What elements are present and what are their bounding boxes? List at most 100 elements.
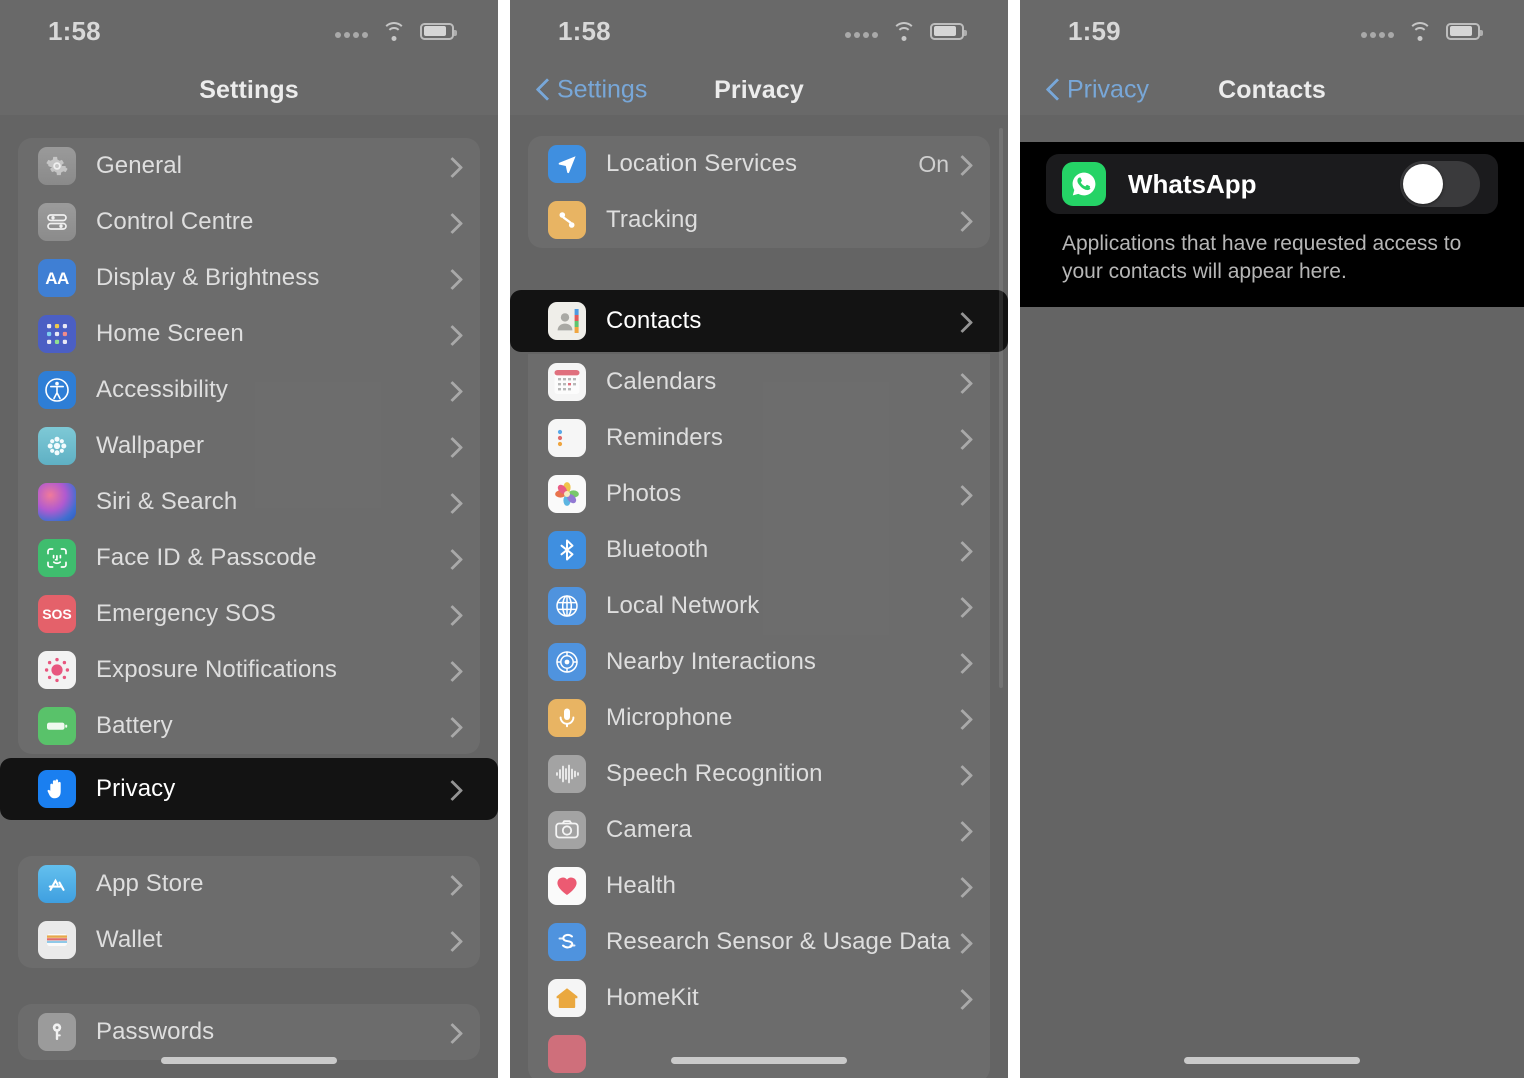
sidebar-item-speech-recognition[interactable]: Speech Recognition [528,746,990,802]
sidebar-item-emergency-sos[interactable]: SOS Emergency SOS [18,586,480,642]
display-brightness-icon: AA [38,259,76,297]
back-button-settings[interactable]: Settings [536,76,647,105]
sidebar-item-label: Passwords [96,1018,215,1045]
sidebar-item-label: Local Network [606,592,760,619]
status-bar: 1:58 [510,0,1008,62]
sidebar-item-health[interactable]: Health [528,858,990,914]
wifi-icon [1407,21,1433,41]
app-name-label: WhatsApp [1128,168,1257,199]
sidebar-item-microphone[interactable]: Microphone [528,690,990,746]
sidebar-item-siri-search[interactable]: Siri & Search [18,474,480,530]
sidebar-item-control-centre[interactable]: Control Centre [18,194,480,250]
sidebar-item-label: Microphone [606,704,733,731]
sidebar-item-passwords[interactable]: Passwords [18,1004,480,1060]
sidebar-item-label: Health [606,872,676,899]
sidebar-item-bluetooth[interactable]: Bluetooth [528,522,990,578]
chevron-right-icon [961,821,972,840]
sidebar-item-location-services[interactable]: Location Services On [528,136,990,192]
sidebar-item-wallpaper[interactable]: Wallpaper [18,418,480,474]
chevron-right-icon [961,765,972,784]
sidebar-item-home-screen[interactable]: Home Screen [18,306,480,362]
sidebar-item-camera[interactable]: Camera [528,802,990,858]
status-indicators [1361,21,1483,41]
sidebar-item-local-network[interactable]: Local Network [528,578,990,634]
chevron-right-icon [451,1023,462,1042]
home-screen-icon [38,315,76,353]
camera-icon [548,811,586,849]
sidebar-item-reminders[interactable]: Reminders [528,410,990,466]
nav-bar: Privacy Contacts [1020,62,1524,118]
sidebar-item-accessibility[interactable]: Accessibility [18,362,480,418]
app-store-icon [38,865,76,903]
chevron-right-icon [961,933,972,952]
chevron-right-icon [451,437,462,456]
local-network-icon [548,587,586,625]
iphone-contacts-permission-screen: 1:59 Privacy Contacts WhatsApp Applicati… [1020,0,1524,1078]
privacy-scroll-area[interactable]: Location Services On Tracking Contacts C… [510,118,1008,1078]
chevron-right-icon [451,931,462,950]
highlighted-contacts-wrap: Contacts [510,290,1008,352]
sidebar-item-label: Bluetooth [606,536,709,563]
vertical-scrollbar[interactable] [999,128,1003,688]
highlighted-contacts-card: WhatsApp Applications that have requeste… [1020,142,1524,308]
sidebar-item-label: Camera [606,816,692,843]
chevron-right-icon [961,541,972,560]
sidebar-item-label: HomeKit [606,984,699,1011]
photos-icon [548,475,586,513]
back-button-privacy[interactable]: Privacy [1046,76,1149,105]
chevron-left-icon [536,79,549,101]
sidebar-item-partial[interactable] [528,1026,990,1078]
sidebar-item-wallet[interactable]: Wallet [18,912,480,968]
sidebar-item-face-id-passcode[interactable]: Face ID & Passcode [18,530,480,586]
sidebar-item-homekit[interactable]: HomeKit [528,970,990,1026]
sidebar-item-label: Battery [96,712,173,739]
home-indicator [161,1057,337,1064]
battery-icon [930,22,967,40]
chevron-right-icon [961,653,972,672]
sidebar-item-label: Calendars [606,368,717,395]
page-title: Contacts [1218,75,1326,104]
three-screenshot-collage: 1:58 Settings General Control Centre AA … [0,0,1524,1078]
nav-bar: Settings [0,62,498,118]
app-permission-row-whatsapp[interactable]: WhatsApp [1046,154,1498,214]
home-indicator [1184,1057,1360,1064]
home-indicator [671,1057,847,1064]
permission-footer-note: Applications that have requested access … [1062,232,1462,283]
chevron-right-icon [961,709,972,728]
sidebar-item-privacy[interactable]: Privacy [0,758,498,820]
sidebar-item-display-brightness[interactable]: AA Display & Brightness [18,250,480,306]
sidebar-item-label: App Store [96,870,204,897]
sidebar-item-tracking[interactable]: Tracking [528,192,990,248]
bluetooth-icon [548,531,586,569]
chevron-right-icon [961,989,972,1008]
status-clock: 1:58 [48,15,101,46]
sidebar-item-research-sensor[interactable]: Research Sensor & Usage Data [528,914,990,970]
sidebar-item-contacts[interactable]: Contacts [510,290,1008,352]
sidebar-item-battery[interactable]: Battery [18,698,480,754]
settings-group-3: Passwords [18,1004,480,1060]
location-services-icon [548,145,586,183]
contacts-access-toggle[interactable] [1400,161,1480,207]
back-button-label: Privacy [1067,75,1149,104]
sidebar-item-photos[interactable]: Photos [528,466,990,522]
status-bar: 1:59 [1020,0,1524,62]
sidebar-item-label: Home Screen [96,320,244,347]
sidebar-item-label: Nearby Interactions [606,648,817,675]
sidebar-item-nearby-interactions[interactable]: Nearby Interactions [528,634,990,690]
research-sensor-icon [548,923,586,961]
sidebar-item-label: Accessibility [96,376,228,403]
status-bar: 1:58 [0,0,498,62]
partial-app-icon [548,1035,586,1073]
sidebar-item-calendars[interactable]: Calendars [528,354,990,410]
chevron-right-icon [451,875,462,894]
privacy-group-top: Location Services On Tracking [528,136,990,248]
settings-scroll-area[interactable]: General Control Centre AA Display & Brig… [0,118,498,1060]
sidebar-item-exposure-notifications[interactable]: Exposure Notifications [18,642,480,698]
sidebar-item-app-store[interactable]: App Store [18,856,480,912]
sidebar-item-general[interactable]: General [18,138,480,194]
privacy-group-main: Calendars Reminders Photos Bluetooth Loc… [528,354,990,1078]
location-services-value: On [918,150,949,177]
settings-group-1: General Control Centre AA Display & Brig… [18,138,480,754]
chevron-right-icon [451,269,462,288]
accessibility-icon [38,371,76,409]
